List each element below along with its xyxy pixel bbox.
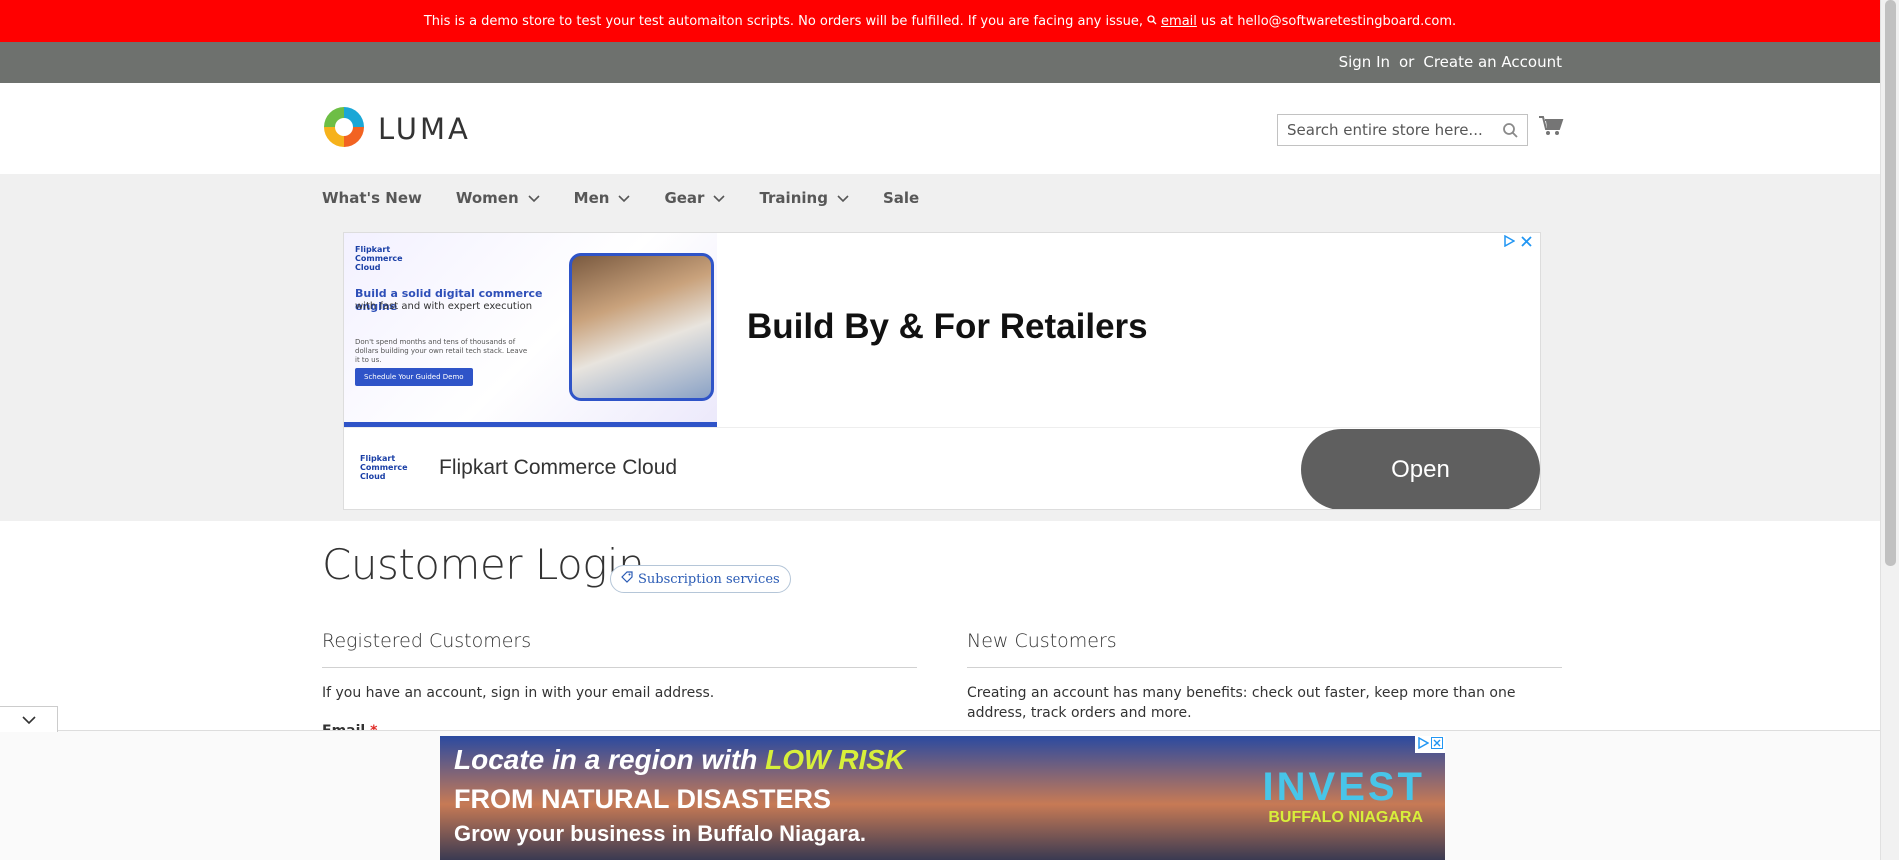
demo-notice-text: This is a demo store to test your test a… (423, 13, 1144, 29)
nav-item-label: Gear (664, 188, 705, 207)
ad-creative-cta[interactable]: Schedule Your Guided Demo (355, 368, 473, 386)
chevron-down-icon (21, 710, 36, 729)
site-header: LUMA (0, 83, 1880, 174)
ad-creative-image[interactable]: Flipkart Commerce Cloud Build a solid di… (344, 233, 717, 427)
ad-line-3: Grow your business in Buffalo Niagara. (454, 821, 866, 846)
search-icon[interactable] (1502, 122, 1519, 143)
close-icon[interactable] (1431, 737, 1443, 752)
tag-icon (621, 571, 633, 587)
badge-label: Subscription services (638, 571, 780, 587)
bottom-advertisement[interactable]: Locate in a region with LOW RISK FROM NA… (440, 736, 1445, 860)
nav-item-label: What's New (322, 188, 422, 207)
divider (967, 667, 1562, 668)
ad-brand-name[interactable]: Flipkart Commerce Cloud (439, 456, 677, 480)
ad-line-1b: LOW RISK (765, 744, 906, 775)
registered-customers-text: If you have an account, sign in with you… (322, 685, 715, 701)
ad-line-2: FROM NATURAL DISASTERS (454, 784, 831, 814)
search-input[interactable] (1278, 115, 1488, 145)
chevron-down-icon (528, 189, 540, 207)
scrollbar-thumb[interactable] (1885, 0, 1896, 566)
ad-creative-logo: Flipkart Commerce Cloud (355, 245, 403, 272)
sign-in-link[interactable]: Sign In (1339, 53, 1390, 71)
ad-open-button[interactable]: Open (1301, 429, 1540, 509)
new-customers-text: Creating an account has many benefits: c… (967, 685, 1516, 721)
ad-line-1a: Locate in a region with (454, 744, 758, 775)
or-separator: or (1399, 53, 1415, 71)
close-icon[interactable] (1521, 235, 1532, 251)
nav-item-label: Men (573, 188, 610, 207)
chevron-down-icon (837, 189, 849, 207)
chevron-down-icon (618, 189, 631, 207)
panel-header: Sign In or Create an Account (0, 42, 1880, 83)
logo[interactable]: LUMA (322, 105, 471, 153)
nav-item-whats-new[interactable]: What's New (322, 189, 422, 207)
adchoices-icon[interactable] (1503, 234, 1516, 251)
subscription-services-badge[interactable]: Subscription services (610, 565, 791, 593)
create-account-link[interactable]: Create an Account (1423, 53, 1562, 71)
nav-item-label: Training (759, 188, 828, 207)
demo-notice-bar: This is a demo store to test your test a… (0, 0, 1880, 42)
luma-logo-icon (322, 105, 366, 153)
nav-item-training[interactable]: Training (759, 188, 849, 207)
nav-item-label: Women (455, 188, 519, 207)
nav-item-label: Sale (882, 188, 920, 207)
ad-line-1: Locate in a region with LOW RISK (454, 744, 905, 776)
ad-brand-logo: Flipkart Commerce Cloud (360, 454, 408, 481)
search-box (1277, 114, 1528, 146)
divider (322, 667, 917, 668)
email-link[interactable]: email (1161, 14, 1197, 29)
nav-item-sale[interactable]: Sale (883, 189, 919, 207)
collapse-toggle[interactable] (0, 706, 58, 732)
registered-customers-title: Registered Customers (322, 630, 532, 652)
cart-icon[interactable] (1538, 115, 1564, 141)
nav-item-gear[interactable]: Gear (664, 188, 726, 207)
adchoices-icon[interactable] (1417, 736, 1430, 752)
demo-notice-text-after: us at hello@softwaretestingboard.com. (1200, 13, 1457, 29)
new-customers-title: New Customers (967, 630, 1117, 652)
top-advertisement[interactable]: Flipkart Commerce Cloud Build a solid di… (343, 232, 1541, 510)
nav-item-women[interactable]: Women (456, 189, 540, 207)
ad-creative-body: Don't spend months and tens of thousands… (355, 338, 528, 364)
invest-logo-sub: BUFFALO NIAGARA (1268, 809, 1423, 826)
nav-item-men[interactable]: Men (574, 189, 631, 207)
page-title: Customer Login (322, 540, 645, 589)
ad-footer: Flipkart Commerce Cloud Flipkart Commerc… (344, 427, 1540, 509)
ad-title[interactable]: Build By & For Retailers (747, 307, 1148, 347)
laptop-cart-photo (569, 253, 714, 401)
logo-text: LUMA (378, 112, 471, 146)
chevron-down-icon (713, 189, 726, 207)
invest-logo: INVEST (1262, 765, 1425, 809)
page-scrollbar[interactable] (1880, 0, 1899, 860)
ad-creative-subheadline: with fast and with expert execution (355, 301, 533, 312)
magnifier-icon (1147, 14, 1157, 28)
